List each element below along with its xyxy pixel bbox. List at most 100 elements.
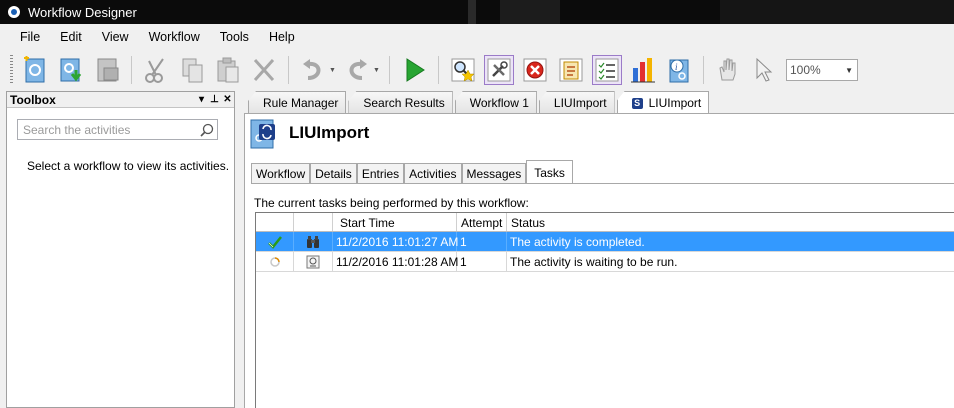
info-workflow-icon: i (669, 59, 689, 83)
table-row[interactable]: 11/2/2016 11:01:28 AM 1 The activity is … (256, 252, 954, 272)
cut-button[interactable] (141, 55, 171, 85)
new-workflow-icon (24, 56, 45, 83)
tab-workflow[interactable]: Workflow (251, 163, 311, 183)
redo-dropdown-arrow[interactable]: ▼ (373, 67, 380, 74)
redo-button[interactable] (342, 55, 372, 85)
column-header-start-time[interactable]: Start Time (333, 213, 457, 231)
status-cell: The activity is completed. (510, 235, 645, 249)
toolbar-grip[interactable] (10, 55, 13, 85)
hand-icon (719, 58, 736, 81)
redo-icon (349, 59, 367, 80)
tab-label: LIUImport (648, 96, 702, 110)
tab-workflow-1[interactable]: Workflow 1 (454, 91, 537, 113)
toolbox-title: Toolbox (10, 92, 56, 107)
title-bar: Workflow Designer (0, 0, 954, 24)
tasks-table: Start Time Attempt Status 11/2/2016 11:0… (255, 212, 954, 408)
workflow-header: LIUImport (247, 118, 369, 150)
menu-edit[interactable]: Edit (47, 28, 89, 48)
app-icon (8, 6, 20, 18)
toolbox-panel: Toolbox ▾ ⊥ ✕ Select a workflow to view … (6, 91, 235, 408)
copy-icon (182, 58, 203, 83)
column-header-attempt[interactable]: Attempt (457, 213, 507, 231)
export-workflow-icon (97, 58, 119, 82)
start-time-cell: 11/2/2016 11:01:28 AM (333, 252, 458, 271)
reports-button[interactable] (628, 55, 658, 85)
properties-button[interactable] (556, 55, 586, 85)
delete-button[interactable] (249, 55, 279, 85)
workflow-title: LIUImport (289, 123, 370, 142)
activity-doc-icon (294, 252, 333, 271)
search-icon[interactable] (197, 123, 217, 137)
search-star-icon (451, 58, 475, 82)
select-pointer-button[interactable] (749, 55, 779, 85)
scissors-icon (145, 58, 164, 83)
check-icon (256, 232, 294, 251)
import-workflow-button[interactable] (56, 55, 86, 85)
paste-icon (217, 57, 239, 83)
column-header-type[interactable] (294, 213, 333, 231)
panel-menu-chevron-icon[interactable]: ▾ (195, 94, 208, 105)
chevron-down-icon[interactable]: ▼ (845, 66, 853, 75)
tools-button[interactable] (484, 55, 514, 85)
pin-icon[interactable]: ⊥ (208, 94, 221, 105)
undo-dropdown-arrow[interactable]: ▼ (329, 67, 336, 74)
search-favorites-button[interactable] (448, 55, 478, 85)
import-workflow-icon (60, 58, 82, 82)
export-workflow-button[interactable] (92, 55, 122, 85)
close-icon[interactable]: ✕ (221, 94, 234, 105)
titlebar-decoration (500, 0, 560, 24)
window-title: Workflow Designer (28, 4, 137, 20)
tasks-description: The current tasks being performed by thi… (254, 196, 529, 210)
zoom-value: 100% (790, 63, 821, 77)
undo-button[interactable] (298, 55, 328, 85)
new-workflow-button[interactable] (20, 55, 50, 85)
run-button[interactable] (399, 55, 429, 85)
workflow-sub-tabs: Workflow Details Entries Activities Mess… (251, 160, 573, 183)
undo-icon (303, 59, 321, 80)
attempt-cell: 1 (457, 252, 507, 271)
pending-icon (256, 252, 294, 271)
task-list-button[interactable] (592, 55, 622, 85)
menu-view[interactable]: View (89, 28, 136, 48)
table-row[interactable]: 11/2/2016 11:01:27 AM 1 The activity is … (256, 232, 954, 252)
tab-entries[interactable]: Entries (356, 163, 405, 183)
menu-file[interactable]: File (8, 28, 47, 48)
menu-help[interactable]: Help (256, 28, 302, 48)
binoculars-icon (294, 232, 333, 251)
menu-tools[interactable]: Tools (207, 28, 256, 48)
tab-liuimport-active[interactable]: S LIUImport (616, 91, 710, 113)
tab-liuimport[interactable]: LIUImport (538, 91, 615, 113)
zoom-combobox[interactable]: 100% ▼ (786, 59, 858, 81)
activities-search-box[interactable] (17, 119, 218, 140)
main-toolbar: ▼ ▼ i 100% ▼ (8, 50, 954, 90)
play-icon (406, 58, 425, 82)
tab-messages[interactable]: Messages (461, 163, 527, 183)
column-header-state[interactable] (256, 213, 294, 231)
stop-button[interactable] (520, 55, 550, 85)
attempt-cell: 1 (457, 232, 507, 251)
menu-bar: File Edit View Workflow Tools Help (8, 28, 302, 48)
menu-workflow[interactable]: Workflow (136, 28, 207, 48)
pan-button[interactable] (713, 55, 743, 85)
workflow-info-button[interactable]: i (664, 55, 694, 85)
tab-tasks[interactable]: Tasks (526, 160, 573, 183)
tab-rule-manager[interactable]: Rule Manager (248, 91, 347, 113)
tab-search-results[interactable]: Search Results (348, 91, 453, 113)
toolbar-separator (438, 56, 439, 84)
copy-button[interactable] (177, 55, 207, 85)
document-area: Rule Manager Search Results Workflow 1 L… (240, 91, 954, 408)
toolbar-separator (703, 56, 704, 84)
tab-details[interactable]: Details (310, 163, 357, 183)
toolbar-separator (288, 56, 289, 84)
start-time-cell: 11/2/2016 11:01:27 AM (333, 232, 458, 251)
tab-activities[interactable]: Activities (404, 163, 462, 183)
column-header-status[interactable]: Status (507, 213, 954, 231)
paste-button[interactable] (213, 55, 243, 85)
workflow-tab-icon: S (631, 97, 643, 109)
toolbox-header: Toolbox ▾ ⊥ ✕ (7, 92, 234, 108)
titlebar-decoration (468, 0, 476, 24)
status-cell: The activity is waiting to be run. (510, 255, 678, 269)
toolbar-separator (389, 56, 390, 84)
document-tabs: Rule Manager Search Results Workflow 1 L… (248, 91, 711, 113)
activities-search-input[interactable] (23, 122, 197, 137)
